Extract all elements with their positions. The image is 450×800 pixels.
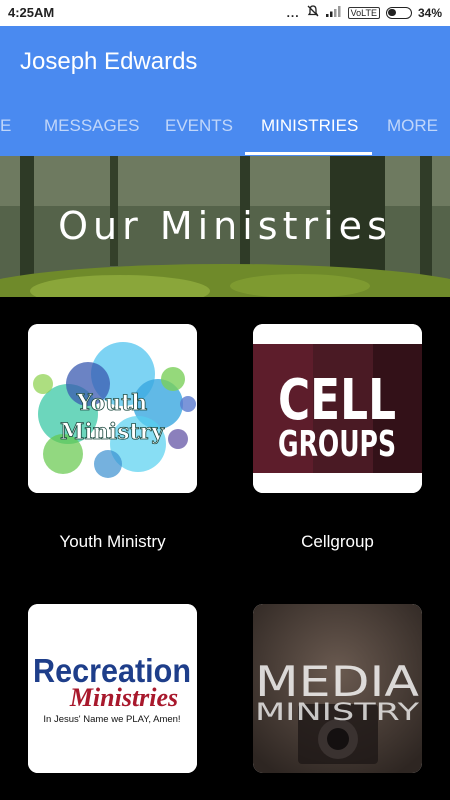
youth-image-text-1: Youth: [76, 390, 148, 416]
tab-events[interactable]: EVENTS: [165, 112, 233, 156]
tab-home[interactable]: E: [0, 112, 11, 156]
youth-image-text-2: Ministry: [60, 419, 165, 445]
youth-ministry-image: Youth Ministry: [28, 324, 197, 493]
tab-messages[interactable]: MESSAGES: [44, 112, 139, 156]
tab-bar: E MESSAGES EVENTS MINISTRIES MORE: [0, 112, 450, 156]
media-ministry-card[interactable]: MEDIA MINISTRY: [253, 604, 422, 773]
mute-icon: [306, 4, 320, 21]
signal-icon: [325, 5, 342, 20]
ministry-image-text: MINISTRY: [255, 698, 419, 726]
status-icons: ... VoLTE 34%: [287, 4, 442, 21]
status-time: 4:25AM: [8, 5, 55, 20]
recreation-ministries-card[interactable]: Recreation Ministries In Jesus' Name we …: [28, 604, 197, 773]
app-bar: Joseph Edwards E MESSAGES EVENTS MINISTR…: [0, 26, 450, 156]
ministries-image-text: Ministries: [69, 683, 178, 712]
tab-ministries[interactable]: MINISTRIES: [261, 112, 358, 156]
cellgroup-label[interactable]: Cellgroup: [225, 532, 450, 552]
cellgroup-image: CELL GROUPS: [253, 324, 422, 493]
youth-ministry-card[interactable]: Youth Ministry: [28, 324, 197, 493]
status-bar: 4:25AM ... VoLTE 34%: [0, 0, 450, 26]
page-title: Joseph Edwards: [20, 48, 198, 75]
volte-badge: VoLTE: [347, 6, 380, 19]
recreation-tagline: In Jesus' Name we PLAY, Amen!: [43, 714, 180, 725]
recreation-ministries-image: Recreation Ministries In Jesus' Name we …: [28, 604, 197, 773]
ministries-banner: Our Ministries: [0, 156, 450, 297]
youth-ministry-label[interactable]: Youth Ministry: [0, 532, 225, 552]
battery-icon: [385, 6, 412, 19]
banner-heading: Our Ministries: [58, 204, 392, 248]
tab-more[interactable]: MORE: [387, 112, 438, 156]
battery-percent: 34%: [417, 5, 442, 20]
media-ministry-image: MEDIA MINISTRY: [253, 604, 422, 773]
groups-image-text: GROUPS: [278, 424, 396, 465]
cellgroup-card[interactable]: CELL GROUPS: [253, 324, 422, 493]
more-notifications-icon: ...: [286, 5, 300, 20]
active-tab-indicator: [245, 152, 372, 155]
